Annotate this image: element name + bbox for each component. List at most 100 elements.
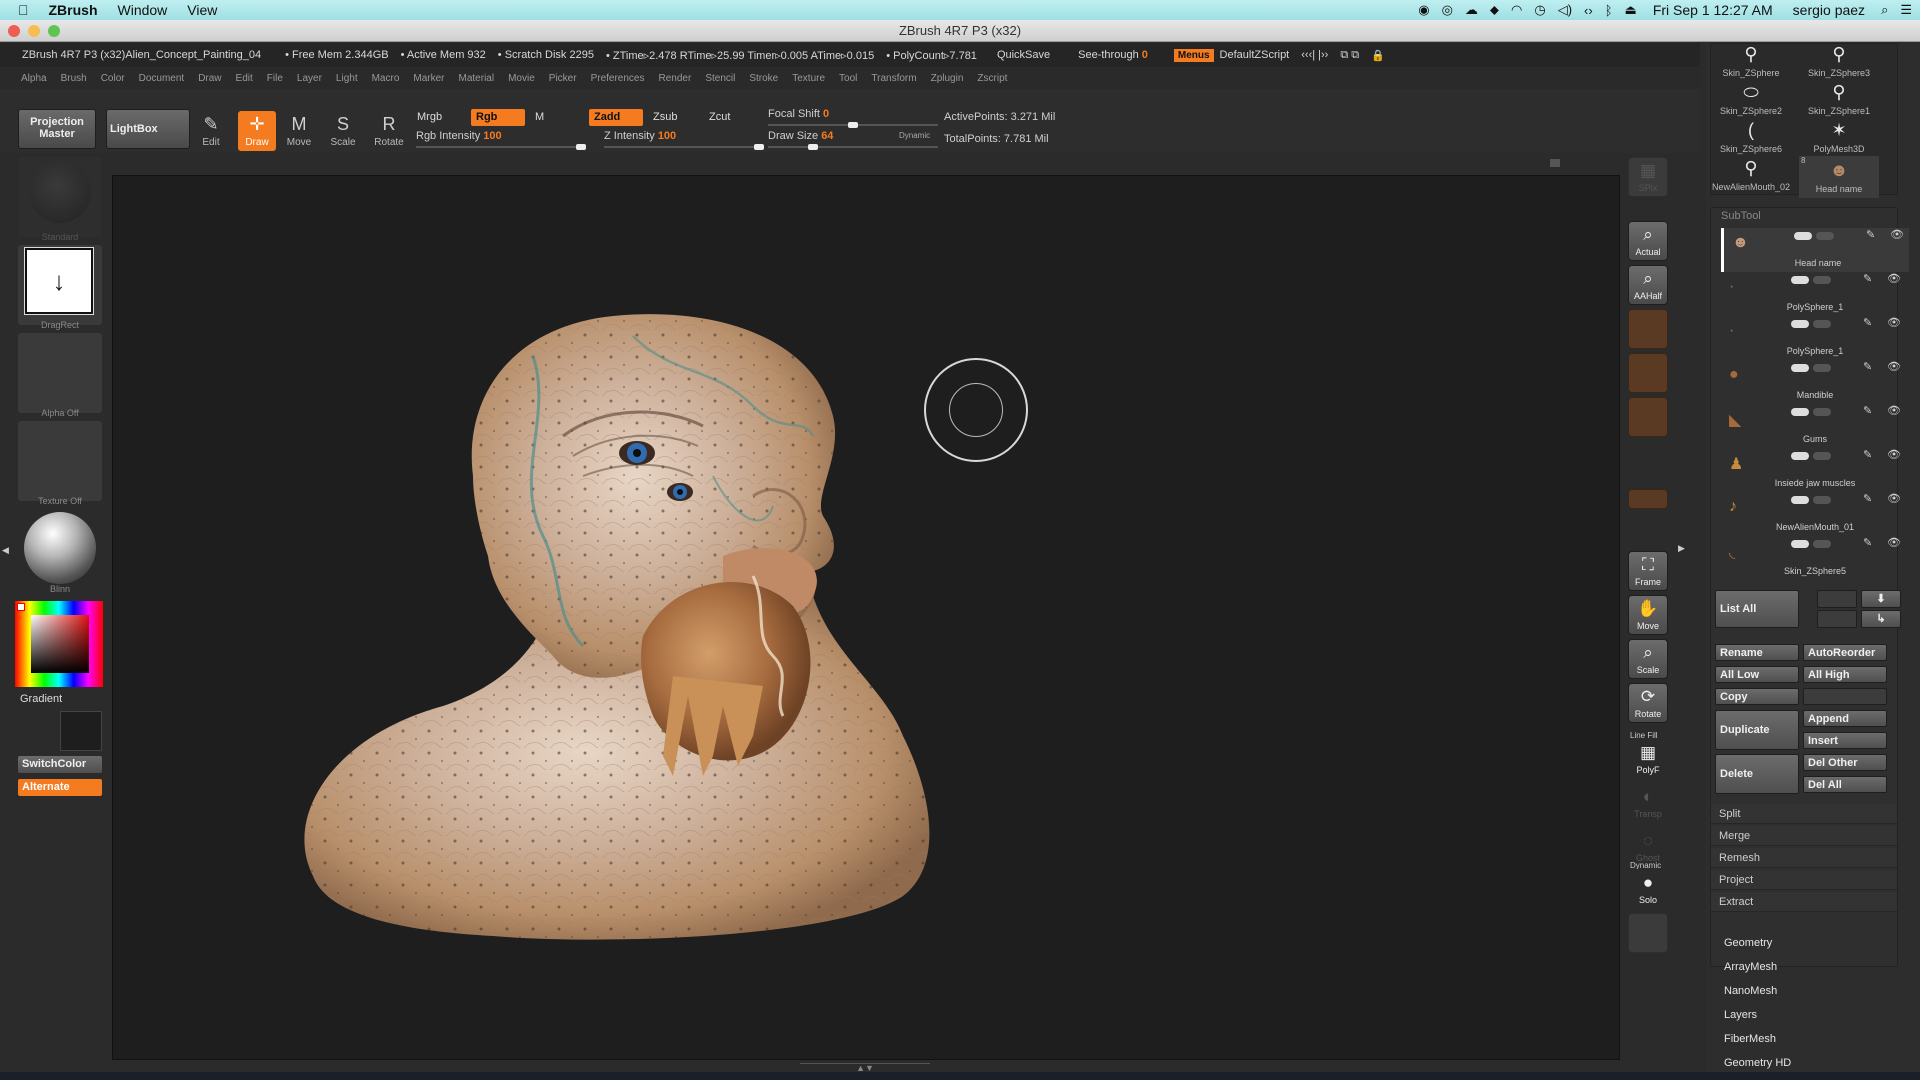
subtool-row-polysphere1b[interactable]: · ✎ 👁 PolySphere_1 [1721, 316, 1909, 360]
projection-master-button[interactable]: Projection Master [18, 109, 96, 149]
menu-view[interactable]: View [177, 2, 227, 18]
delete-button[interactable]: Delete [1715, 754, 1799, 794]
brush-icon[interactable]: ✎ [1866, 228, 1875, 241]
right-tray-toggle-icon[interactable]: ▶ [1678, 543, 1685, 557]
gradient-label[interactable]: Gradient [20, 693, 62, 705]
layers-section[interactable]: Layers [1724, 1009, 1757, 1021]
subtool-row-head[interactable]: ☻ ✎ 👁 Head name [1721, 228, 1909, 272]
menu-alpha[interactable]: Alpha [14, 73, 54, 84]
brush-icon[interactable]: ✎ [1863, 536, 1872, 549]
subtool-toggle[interactable] [1816, 232, 1834, 240]
rename-button[interactable]: Rename [1715, 644, 1799, 661]
geometry-section[interactable]: Geometry [1724, 937, 1772, 949]
color-picker-square[interactable] [31, 615, 89, 673]
apple-icon[interactable]:  [0, 2, 39, 18]
eject-icon[interactable]: ⏏ [1625, 2, 1637, 18]
rgb-intensity-track[interactable] [416, 144, 586, 150]
stroke-slot[interactable]: ↓ [18, 245, 102, 325]
subtool-toggle[interactable] [1813, 540, 1831, 548]
main-color-swatch[interactable] [17, 603, 25, 611]
focal-shift-knob[interactable] [848, 122, 858, 128]
tool-thumb-polymesh3d[interactable]: ✶ PolyMesh3D [1799, 116, 1879, 158]
eye-icon[interactable]: 👁 [1887, 316, 1901, 329]
time-machine-icon[interactable]: ◷ [1534, 2, 1545, 18]
fibermesh-section[interactable]: FiberMesh [1724, 1033, 1776, 1045]
aahalf-button[interactable]: ⌕ AAHalf [1628, 265, 1668, 305]
bottom-tray-handle[interactable]: ▲▼ [800, 1063, 930, 1073]
tool-thumb-skin-zsphere6[interactable]: (Skin_ZSphere6 [1711, 116, 1791, 158]
bluetooth-icon[interactable]: ᛒ [1605, 3, 1613, 18]
list-all-button[interactable]: List All [1715, 590, 1799, 628]
eye-icon[interactable]: 👁 [1890, 228, 1904, 241]
lock-icon[interactable]: 🔒 [1365, 49, 1391, 62]
append-button[interactable]: Append [1803, 710, 1887, 727]
tool-thumb-skin-zsphere[interactable]: ⚲ Skin_ZSphere [1711, 40, 1791, 82]
move-top-button[interactable] [1817, 610, 1857, 628]
subtool-toggle[interactable] [1813, 276, 1831, 284]
canvas-viewport[interactable] [112, 175, 1620, 1060]
insert-button[interactable]: Insert [1803, 732, 1887, 749]
quicksave-button[interactable]: QuickSave [983, 49, 1056, 61]
menu-brush[interactable]: Brush [54, 73, 94, 84]
duplicate-button[interactable]: Duplicate [1715, 710, 1799, 750]
left-tray-toggle-icon[interactable]: ◀ [2, 545, 9, 559]
subtool-toggle[interactable] [1813, 496, 1831, 504]
menu-draw[interactable]: Draw [191, 73, 228, 84]
merge-section[interactable]: Merge [1711, 826, 1897, 846]
subtool-row-mandible[interactable]: ● ✎ 👁 Mandible [1721, 360, 1909, 404]
brush-icon[interactable]: ✎ [1863, 448, 1872, 461]
polypaint-toggle[interactable] [1791, 276, 1809, 284]
alpha-slot[interactable] [18, 333, 102, 413]
close-window-button[interactable] [8, 25, 20, 37]
focal-shift-slider[interactable]: Focal Shift 0 [768, 108, 829, 120]
zcut-toggle[interactable]: Zcut [704, 109, 735, 126]
minimize-window-button[interactable] [28, 25, 40, 37]
menubar-user[interactable]: sergio paez [1789, 2, 1869, 18]
menu-picker[interactable]: Picker [542, 73, 584, 84]
subtool-toggle[interactable] [1813, 452, 1831, 460]
copy-button[interactable]: Copy [1715, 688, 1799, 705]
m-toggle[interactable]: M [530, 109, 549, 126]
menu-macro[interactable]: Macro [365, 73, 407, 84]
extract-section[interactable]: Extract [1711, 892, 1897, 912]
draw-size-knob[interactable] [808, 144, 818, 150]
subtool-row-alien-mouth[interactable]: ♪ ✎ 👁 NewAlienMouth_01 [1721, 492, 1909, 536]
brush-icon[interactable]: ✎ [1863, 360, 1872, 373]
del-other-button[interactable]: Del Other [1803, 754, 1887, 771]
spotlight-search-icon[interactable]: ⌕ [1881, 2, 1888, 18]
scale-view-button[interactable]: ⌕ Scale [1628, 639, 1668, 679]
brush-icon[interactable]: ✎ [1863, 316, 1872, 329]
move-button[interactable]: M Move [280, 111, 318, 151]
rotate-view-button[interactable]: ⟳ Rotate [1628, 683, 1668, 723]
draw-size-track[interactable] [768, 144, 938, 150]
rotate-button[interactable]: R Rotate [370, 111, 408, 151]
tool-thumb-skin-zsphere1[interactable]: ⚲ Skin_ZSphere1 [1799, 78, 1879, 120]
subtool-row-jaw-muscles[interactable]: ♟ ✎ 👁 Insiede jaw muscles [1721, 448, 1909, 492]
polypaint-toggle[interactable] [1791, 540, 1809, 548]
spix-button[interactable]: ▦ SPix [1628, 157, 1668, 197]
solo-button[interactable]: ● Solo [1628, 869, 1668, 909]
eye-icon[interactable]: 👁 [1887, 492, 1901, 505]
eye-icon[interactable]: 👁 [1887, 272, 1901, 285]
eye-icon[interactable]: 👁 [1887, 404, 1901, 417]
menu-zbrush[interactable]: ZBrush [39, 2, 108, 18]
eye-icon[interactable]: 👁 [1887, 536, 1901, 549]
menu-window[interactable]: Window [108, 2, 178, 18]
menu-zplugin[interactable]: Zplugin [924, 73, 971, 84]
menu-movie[interactable]: Movie [501, 73, 542, 84]
subtool-row-gums[interactable]: ◣ ✎ 👁 Gums [1721, 404, 1909, 448]
arraymesh-section[interactable]: ArrayMesh [1724, 961, 1777, 973]
mrgb-toggle[interactable]: Mrgb [412, 109, 447, 126]
alternate-button[interactable]: Alternate [18, 779, 102, 796]
dock-layout-icon[interactable]: ‹‹‹| |›› [1295, 49, 1334, 61]
polypaint-toggle[interactable] [1791, 452, 1809, 460]
menubar-clock[interactable]: Fri Sep 1 12:27 AM [1649, 2, 1777, 18]
draw-button[interactable]: ✛ Draw [238, 111, 276, 151]
tool-thumb-newalienmouth02[interactable]: ⚲ NewAlienMouth_02 [1711, 154, 1791, 196]
brush-icon[interactable]: ✎ [1863, 272, 1872, 285]
tool-thumb-head-name[interactable]: ☻ Head name 8 [1799, 156, 1879, 198]
menu-render[interactable]: Render [652, 73, 699, 84]
polypaint-toggle[interactable] [1791, 496, 1809, 504]
code-icon[interactable]: ‹› [1584, 3, 1593, 18]
color-picker[interactable] [15, 601, 103, 687]
